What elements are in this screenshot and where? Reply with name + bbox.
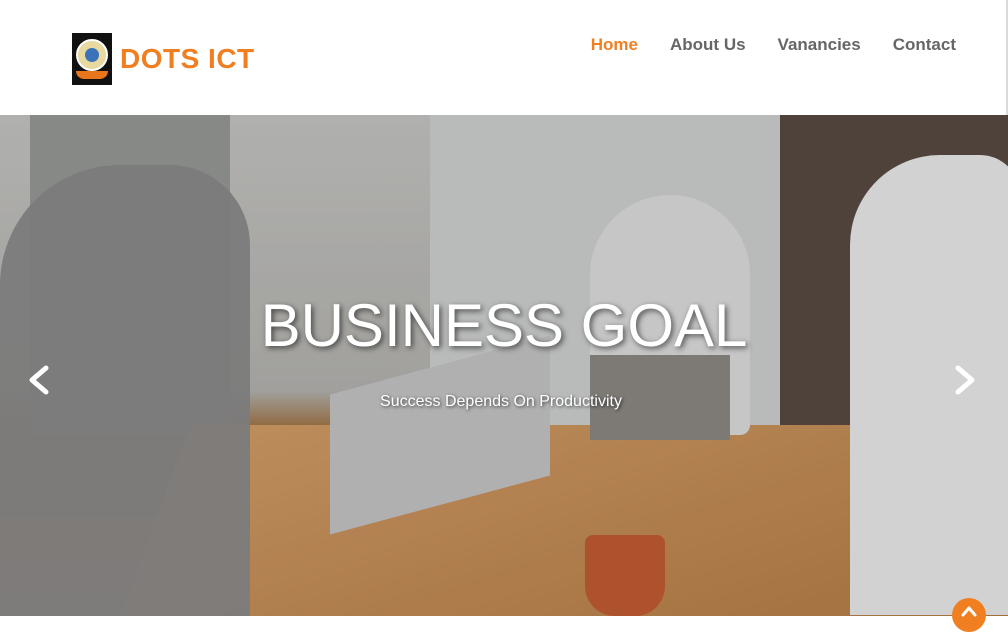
nav-item-contact[interactable]: Contact	[893, 35, 956, 55]
nav-item-home[interactable]: Home	[591, 35, 638, 55]
carousel-prev-button[interactable]	[20, 360, 60, 400]
nav-item-vacancies[interactable]: Vanancies	[778, 35, 861, 55]
chevron-right-icon	[955, 365, 975, 395]
carousel-next-button[interactable]	[944, 360, 984, 400]
hero-title: BUSINESS GOAL	[260, 292, 748, 359]
chevron-left-icon	[29, 365, 49, 395]
chevron-up-icon	[961, 606, 977, 617]
hero-subtitle: Success Depends On Productivity	[380, 393, 622, 410]
scroll-to-top-button[interactable]	[952, 598, 986, 632]
hero-image	[0, 115, 1008, 616]
brand-name: DOTS ICT	[120, 43, 255, 74]
main-nav: Home About Us Vanancies Contact	[591, 35, 956, 55]
hero-carousel: BUSINESS GOAL Success Depends On Product…	[0, 115, 1008, 616]
logo	[72, 33, 112, 85]
brand-link[interactable]: DOTS ICT	[72, 33, 255, 85]
nav-item-about-us[interactable]: About Us	[670, 35, 746, 55]
site-header: DOTS ICT Home About Us Vanancies Contact	[0, 0, 1008, 115]
